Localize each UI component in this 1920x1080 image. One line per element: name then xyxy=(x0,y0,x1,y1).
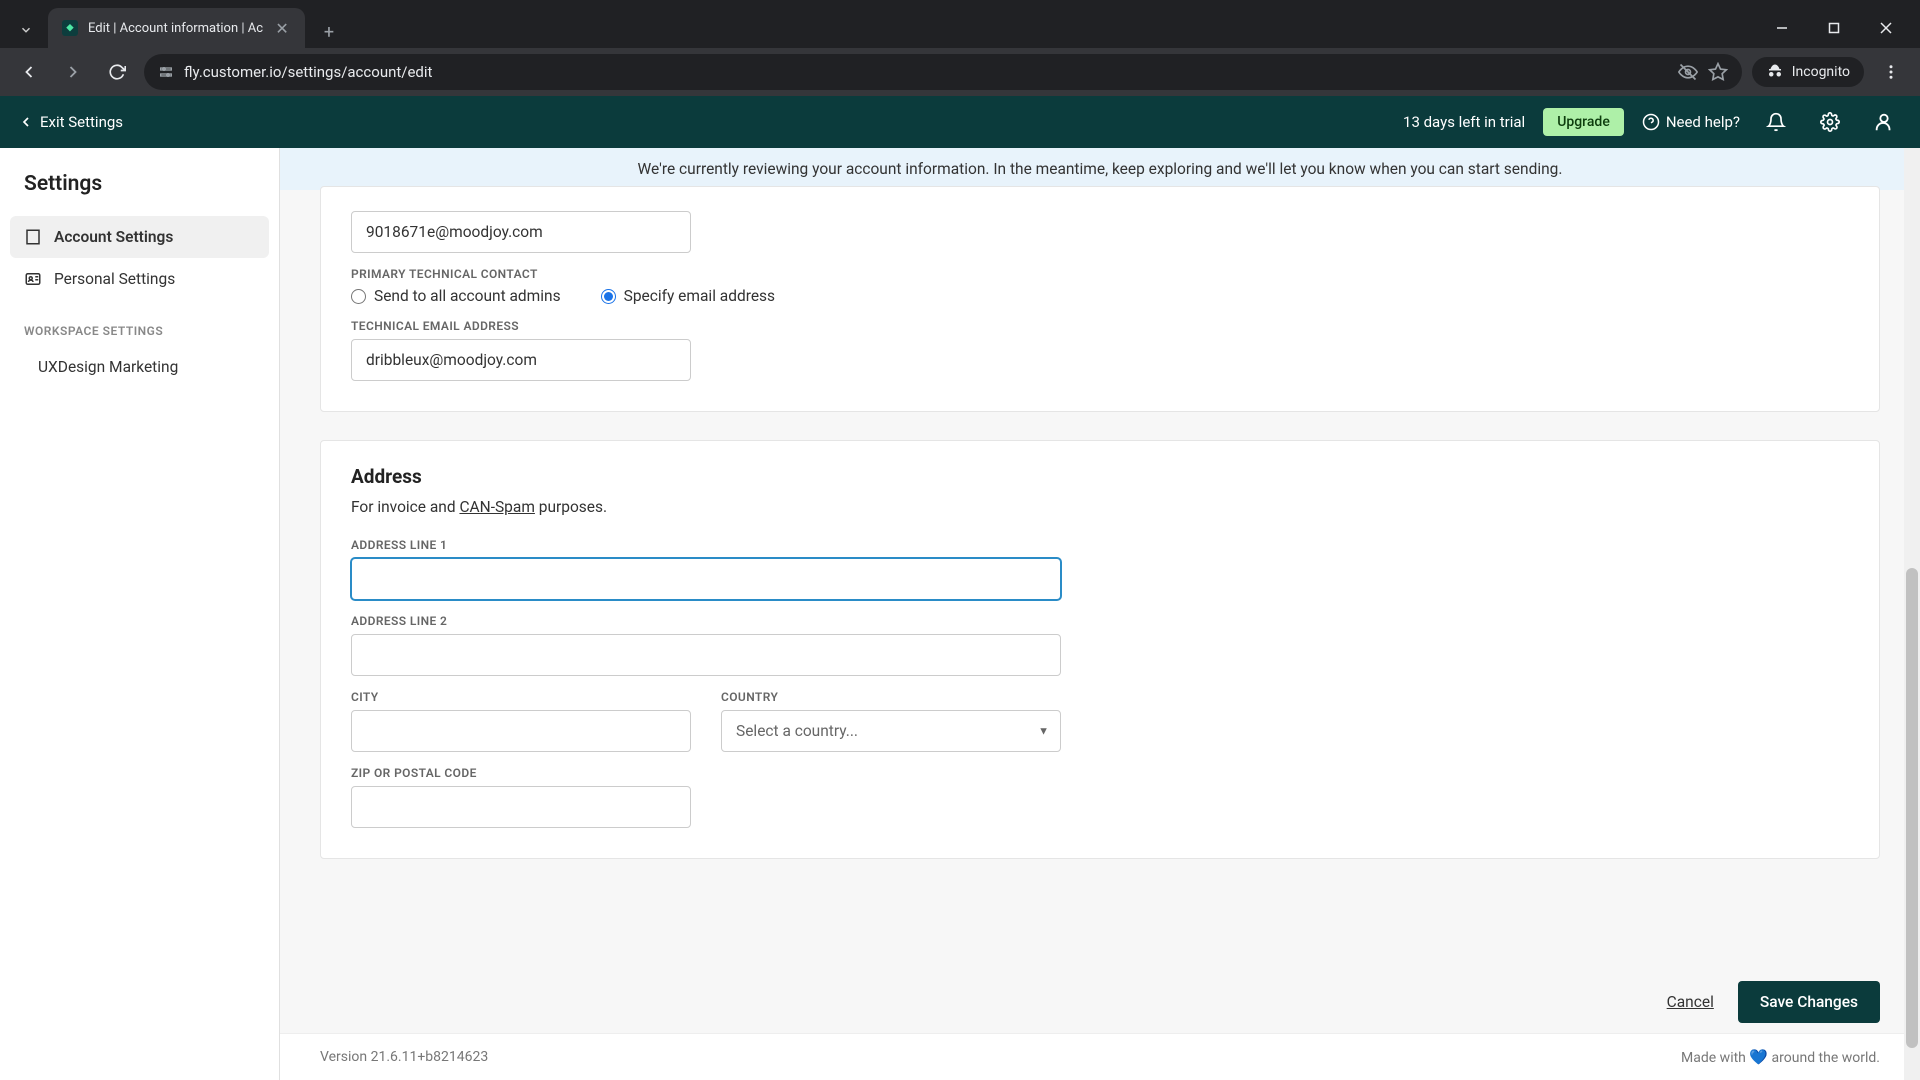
address-line-2-field[interactable] xyxy=(351,634,1061,676)
settings-gear-icon[interactable] xyxy=(1812,104,1848,140)
nav-reload-icon[interactable] xyxy=(100,55,134,89)
sidebar-item-account-settings[interactable]: Account Settings xyxy=(10,216,269,258)
upgrade-button[interactable]: Upgrade xyxy=(1543,108,1624,136)
profile-avatar-icon[interactable] xyxy=(1866,104,1902,140)
zip-field[interactable] xyxy=(351,786,691,828)
bookmark-star-icon[interactable] xyxy=(1708,62,1728,82)
new-tab-button[interactable]: + xyxy=(313,16,345,48)
tab-close-icon[interactable]: ✕ xyxy=(273,19,291,37)
building-icon xyxy=(24,228,42,246)
billing-email-field[interactable] xyxy=(351,211,691,253)
incognito-chip[interactable]: Incognito xyxy=(1752,57,1864,87)
tech-email-field[interactable] xyxy=(351,339,691,381)
app-footer: Version 21.6.11+b8214623 Made with 💙 aro… xyxy=(280,1033,1920,1080)
can-spam-link[interactable]: CAN-Spam xyxy=(459,498,534,516)
country-select[interactable]: Select a country... xyxy=(721,710,1061,752)
country-label: COUNTRY xyxy=(721,690,1061,704)
nav-back-icon[interactable] xyxy=(12,55,46,89)
browser-tab-active[interactable]: ◆ Edit | Account information | Ac ✕ xyxy=(48,8,305,48)
tab-search-dropdown[interactable] xyxy=(8,12,44,48)
nav-forward-icon[interactable] xyxy=(56,55,90,89)
cancel-button[interactable]: Cancel xyxy=(1667,993,1714,1011)
radio-all-admins[interactable]: Send to all account admins xyxy=(351,287,561,305)
window-maximize-icon[interactable] xyxy=(1808,8,1860,48)
scrollbar-track[interactable] xyxy=(1904,148,1920,1080)
city-field[interactable] xyxy=(351,710,691,752)
browser-tabs: ◆ Edit | Account information | Ac ✕ + xyxy=(0,0,1920,48)
sidebar-item-personal-settings[interactable]: Personal Settings xyxy=(10,258,269,300)
address-section-desc: For invoice and CAN-Spam purposes. xyxy=(351,498,1849,516)
browser-menu-icon[interactable] xyxy=(1874,55,1908,89)
browser-toolbar: fly.customer.io/settings/account/edit In… xyxy=(0,48,1920,96)
tab-favicon-icon: ◆ xyxy=(62,20,78,36)
addr2-label: ADDRESS LINE 2 xyxy=(351,614,1849,628)
city-label: CITY xyxy=(351,690,691,704)
form-action-bar: Cancel Save Changes xyxy=(280,961,1920,1033)
sidebar-item-workspace[interactable]: UXDesign Marketing xyxy=(10,348,269,386)
review-banner: We're currently reviewing your account i… xyxy=(280,148,1920,190)
main-content: We're currently reviewing your account i… xyxy=(280,148,1920,1080)
incognito-icon xyxy=(1766,63,1784,81)
exit-settings-link[interactable]: Exit Settings xyxy=(18,113,123,131)
exit-settings-label: Exit Settings xyxy=(40,113,123,131)
radio-specify-email[interactable]: Specify email address xyxy=(601,287,775,305)
incognito-label: Incognito xyxy=(1792,64,1850,80)
url-bar[interactable]: fly.customer.io/settings/account/edit xyxy=(144,54,1742,90)
chevron-left-icon xyxy=(18,114,34,130)
notifications-icon[interactable] xyxy=(1758,104,1794,140)
zip-label: ZIP OR POSTAL CODE xyxy=(351,766,1849,780)
addr1-label: ADDRESS LINE 1 xyxy=(351,538,1849,552)
app-header: Exit Settings 13 days left in trial Upgr… xyxy=(0,96,1920,148)
tab-title: Edit | Account information | Ac xyxy=(88,21,263,36)
radio-all-admins-label: Send to all account admins xyxy=(374,287,561,305)
tech-email-label: TECHNICAL EMAIL ADDRESS xyxy=(351,319,1849,333)
id-card-icon xyxy=(24,270,42,288)
save-button[interactable]: Save Changes xyxy=(1738,981,1880,1023)
sidebar-item-label: Account Settings xyxy=(54,228,173,246)
window-minimize-icon[interactable] xyxy=(1756,8,1808,48)
heart-icon: 💙 xyxy=(1749,1048,1768,1066)
sidebar-item-label: Personal Settings xyxy=(54,270,175,288)
settings-sidebar: Settings Account Settings Personal Setti… xyxy=(0,148,280,1080)
address-line-1-field[interactable] xyxy=(351,558,1061,600)
scrollbar-thumb[interactable] xyxy=(1906,568,1918,1048)
made-with-text: Made with 💙 around the world. xyxy=(1681,1048,1880,1066)
need-help-link[interactable]: Need help? xyxy=(1642,113,1740,131)
window-close-icon[interactable] xyxy=(1860,8,1912,48)
trial-days-text: 13 days left in trial xyxy=(1403,113,1525,131)
radio-specify-input[interactable] xyxy=(601,289,616,304)
sidebar-title: Settings xyxy=(10,172,269,216)
version-text: Version 21.6.11+b8214623 xyxy=(320,1049,488,1065)
site-settings-icon[interactable] xyxy=(158,64,174,80)
eye-off-icon[interactable] xyxy=(1678,62,1698,82)
help-icon xyxy=(1642,113,1660,131)
sidebar-group-workspace: WORKSPACE SETTINGS xyxy=(10,300,269,348)
radio-all-admins-input[interactable] xyxy=(351,289,366,304)
tech-contact-label: PRIMARY TECHNICAL CONTACT xyxy=(351,267,1849,281)
need-help-label: Need help? xyxy=(1666,113,1740,131)
radio-specify-label: Specify email address xyxy=(624,287,775,305)
url-text: fly.customer.io/settings/account/edit xyxy=(184,63,432,81)
address-section-title: Address xyxy=(351,465,1849,488)
